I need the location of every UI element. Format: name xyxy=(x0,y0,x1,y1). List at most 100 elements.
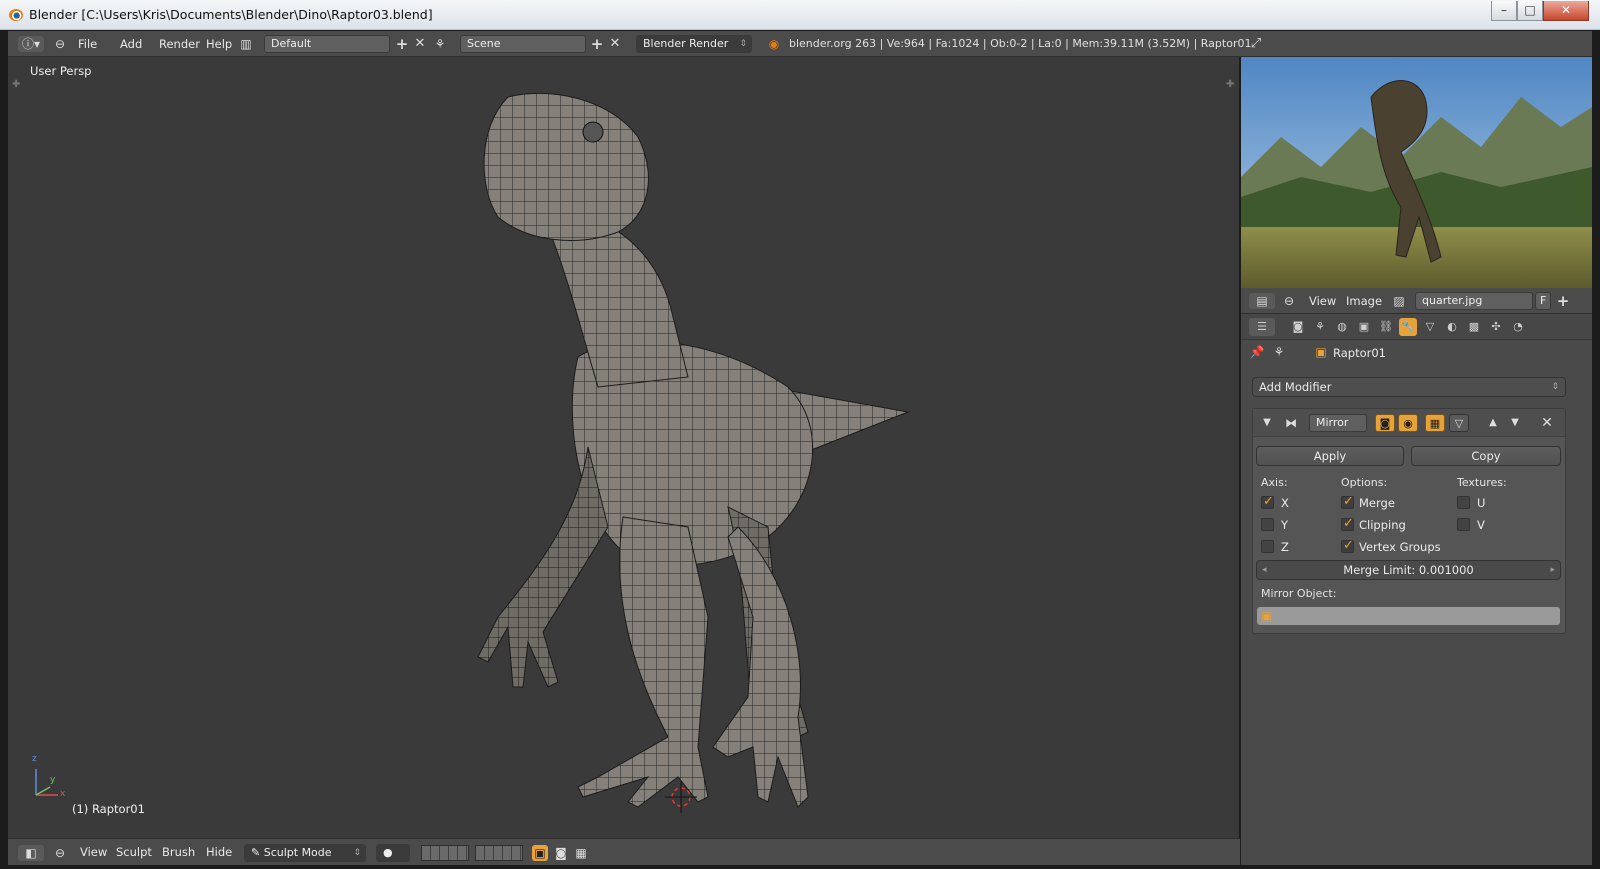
solid-shading-icon: ● xyxy=(383,846,393,859)
menu-hide[interactable]: Hide xyxy=(206,839,232,866)
menu-brush[interactable]: Brush xyxy=(162,839,195,866)
scene-tab-icon[interactable]: ⚘ xyxy=(1311,318,1329,336)
collapse-menu-icon[interactable]: ⊖ xyxy=(52,36,68,52)
merge-checkbox[interactable] xyxy=(1341,494,1354,509)
collapse-menu-icon[interactable]: ⊖ xyxy=(52,845,68,861)
viewport-header: ◧ ⊖ View Sculpt Brush Hide ✎ Sculpt Mode… xyxy=(8,838,1240,865)
menu-render[interactable]: Render xyxy=(159,31,200,57)
texture-tab-icon[interactable]: ▩ xyxy=(1465,318,1483,336)
render-camera-icon[interactable]: ◙ xyxy=(553,845,569,861)
apply-button[interactable]: Apply xyxy=(1256,446,1404,466)
mode-select[interactable]: ✎ Sculpt Mode ⇕ xyxy=(244,844,366,862)
updown-arrows-icon: ⇕ xyxy=(739,39,747,49)
lock-camera-layers-icon[interactable]: ▣ xyxy=(532,845,548,861)
blender-logo-icon: ◉ xyxy=(768,37,780,51)
menu-file[interactable]: File xyxy=(78,31,97,57)
axis-x-checkbox[interactable] xyxy=(1261,494,1274,509)
menu-sculpt[interactable]: Sculpt xyxy=(116,839,152,866)
mirror-object-label: Mirror Object: xyxy=(1261,587,1337,600)
modifier-name-field[interactable]: Mirror xyxy=(1309,414,1367,432)
updown-arrows-icon: ⇕ xyxy=(353,848,361,858)
menu-view[interactable]: View xyxy=(80,839,107,866)
viewport-shading-select[interactable]: ● xyxy=(376,844,410,862)
info-header: ⓘ▾ ⊖ File Add Render Help ▥ Default + ✕ … xyxy=(8,31,1592,57)
editor-type-image-icon[interactable]: ▤ xyxy=(1249,293,1275,309)
layer-buttons-1[interactable] xyxy=(421,845,469,861)
decrement-arrow-icon[interactable]: ◂ xyxy=(1262,561,1267,579)
screen-layout-field[interactable]: Default xyxy=(264,35,390,53)
constraints-tab-icon[interactable]: ⛓ xyxy=(1377,318,1395,336)
menu-add[interactable]: Add xyxy=(120,31,142,57)
mirror-object-field[interactable]: ▣ xyxy=(1256,606,1561,626)
maximize-button[interactable]: □ xyxy=(1517,1,1543,21)
layer-buttons-2[interactable] xyxy=(475,845,523,861)
close-button[interactable]: ✕ xyxy=(1543,1,1589,21)
vertex-groups-checkbox[interactable] xyxy=(1341,538,1354,553)
object-icon: ▣ xyxy=(1261,609,1272,623)
add-modifier-label: Add Modifier xyxy=(1259,380,1332,394)
render-animation-icon[interactable]: ▦ xyxy=(573,845,589,861)
render-toggle-icon[interactable]: ◙ xyxy=(1375,414,1395,432)
active-object-label: (1) Raptor01 xyxy=(72,802,145,816)
add-scene-icon[interactable]: + xyxy=(589,36,605,52)
increment-arrow-icon[interactable]: ▸ xyxy=(1550,561,1555,579)
title-bar: Blender [C:\Users\Kris\Documents\Blender… xyxy=(0,0,1600,30)
viewport-toggle-icon[interactable]: ◉ xyxy=(1398,414,1418,432)
new-image-icon[interactable]: + xyxy=(1555,293,1571,309)
image-name-field[interactable]: quarter.jpg xyxy=(1415,292,1533,310)
updown-arrows-icon: ⇕ xyxy=(1551,382,1559,392)
collapse-menu-icon[interactable]: ⊖ xyxy=(1281,293,1297,309)
pin-icon[interactable]: 📌 xyxy=(1249,344,1265,360)
particles-tab-icon[interactable]: ✣ xyxy=(1487,318,1505,336)
editor-type-properties-icon[interactable]: ☰ xyxy=(1249,318,1275,336)
reference-image[interactable] xyxy=(1241,57,1592,288)
move-up-icon[interactable]: ▲ xyxy=(1485,415,1501,431)
editor-type-3d-view-icon[interactable]: ◧ xyxy=(18,845,44,861)
axis-y-label: y xyxy=(50,775,56,785)
screen-layout-icon[interactable]: ▥ xyxy=(238,36,254,52)
scene-icon[interactable]: ⚘ xyxy=(432,36,448,52)
delete-scene-icon[interactable]: ✕ xyxy=(607,36,623,52)
add-layout-icon[interactable]: + xyxy=(394,36,410,52)
render-engine-select[interactable]: Blender Render ⇕ xyxy=(636,35,752,53)
editor-type-info-icon[interactable]: ⓘ▾ xyxy=(18,36,44,52)
fullscreen-icon[interactable]: ⤢ xyxy=(1248,36,1264,52)
image-browse-icon[interactable]: ▨ xyxy=(1391,293,1407,309)
clipping-label: Clipping xyxy=(1359,518,1406,532)
modifiers-tab-icon[interactable]: 🔧 xyxy=(1399,318,1417,336)
cage-toggle-icon[interactable]: ▽ xyxy=(1449,414,1469,432)
object-tab-icon[interactable]: ▣ xyxy=(1355,318,1373,336)
texture-u-checkbox[interactable] xyxy=(1457,496,1470,509)
menu-image[interactable]: Image xyxy=(1346,288,1382,314)
material-tab-icon[interactable]: ◐ xyxy=(1443,318,1461,336)
editmode-toggle-icon[interactable]: ▦ xyxy=(1425,414,1445,432)
move-down-icon[interactable]: ▼ xyxy=(1507,415,1523,431)
options-label: Options: xyxy=(1341,476,1388,489)
fake-user-toggle[interactable]: F xyxy=(1535,292,1551,310)
mirror-modifier-panel: ▼ ⧓ Mirror ◙ ◉ ▦ ▽ ▲ ▼ ✕ Apply Copy Axis… xyxy=(1252,408,1566,634)
menu-help[interactable]: Help xyxy=(206,31,232,57)
remove-modifier-icon[interactable]: ✕ xyxy=(1539,415,1555,431)
3d-viewport[interactable]: User Persp ✚ ✚ z y x (1) Raptor01 xyxy=(8,57,1240,838)
world-tab-icon[interactable]: ◍ xyxy=(1333,318,1351,336)
data-tab-icon[interactable]: ▽ xyxy=(1421,318,1439,336)
axis-y-checkbox[interactable] xyxy=(1261,518,1274,531)
delete-layout-icon[interactable]: ✕ xyxy=(412,36,428,52)
axis-z-checkbox[interactable] xyxy=(1261,540,1274,553)
minimize-button[interactable]: – xyxy=(1491,1,1517,21)
blender-window: Blender [C:\Users\Kris\Documents\Blender… xyxy=(0,0,1600,869)
texture-v-checkbox[interactable] xyxy=(1457,518,1470,531)
render-engine-label: Blender Render xyxy=(643,37,729,50)
merge-limit-field[interactable]: ◂ Merge Limit: 0.001000 ▸ xyxy=(1256,560,1561,580)
object-icon: ▣ xyxy=(1315,345,1327,359)
physics-tab-icon[interactable]: ◔ xyxy=(1509,318,1527,336)
collapse-arrow-icon[interactable]: ▼ xyxy=(1259,415,1275,431)
axis-label: Axis: xyxy=(1261,476,1288,489)
clipping-checkbox[interactable] xyxy=(1341,516,1354,531)
copy-button[interactable]: Copy xyxy=(1411,446,1561,466)
texture-u-label: U xyxy=(1477,496,1486,510)
add-modifier-select[interactable]: Add Modifier ⇕ xyxy=(1252,377,1566,397)
scene-field[interactable]: Scene xyxy=(460,35,586,53)
menu-view[interactable]: View xyxy=(1309,288,1336,314)
render-tab-icon[interactable]: ◙ xyxy=(1289,318,1307,336)
